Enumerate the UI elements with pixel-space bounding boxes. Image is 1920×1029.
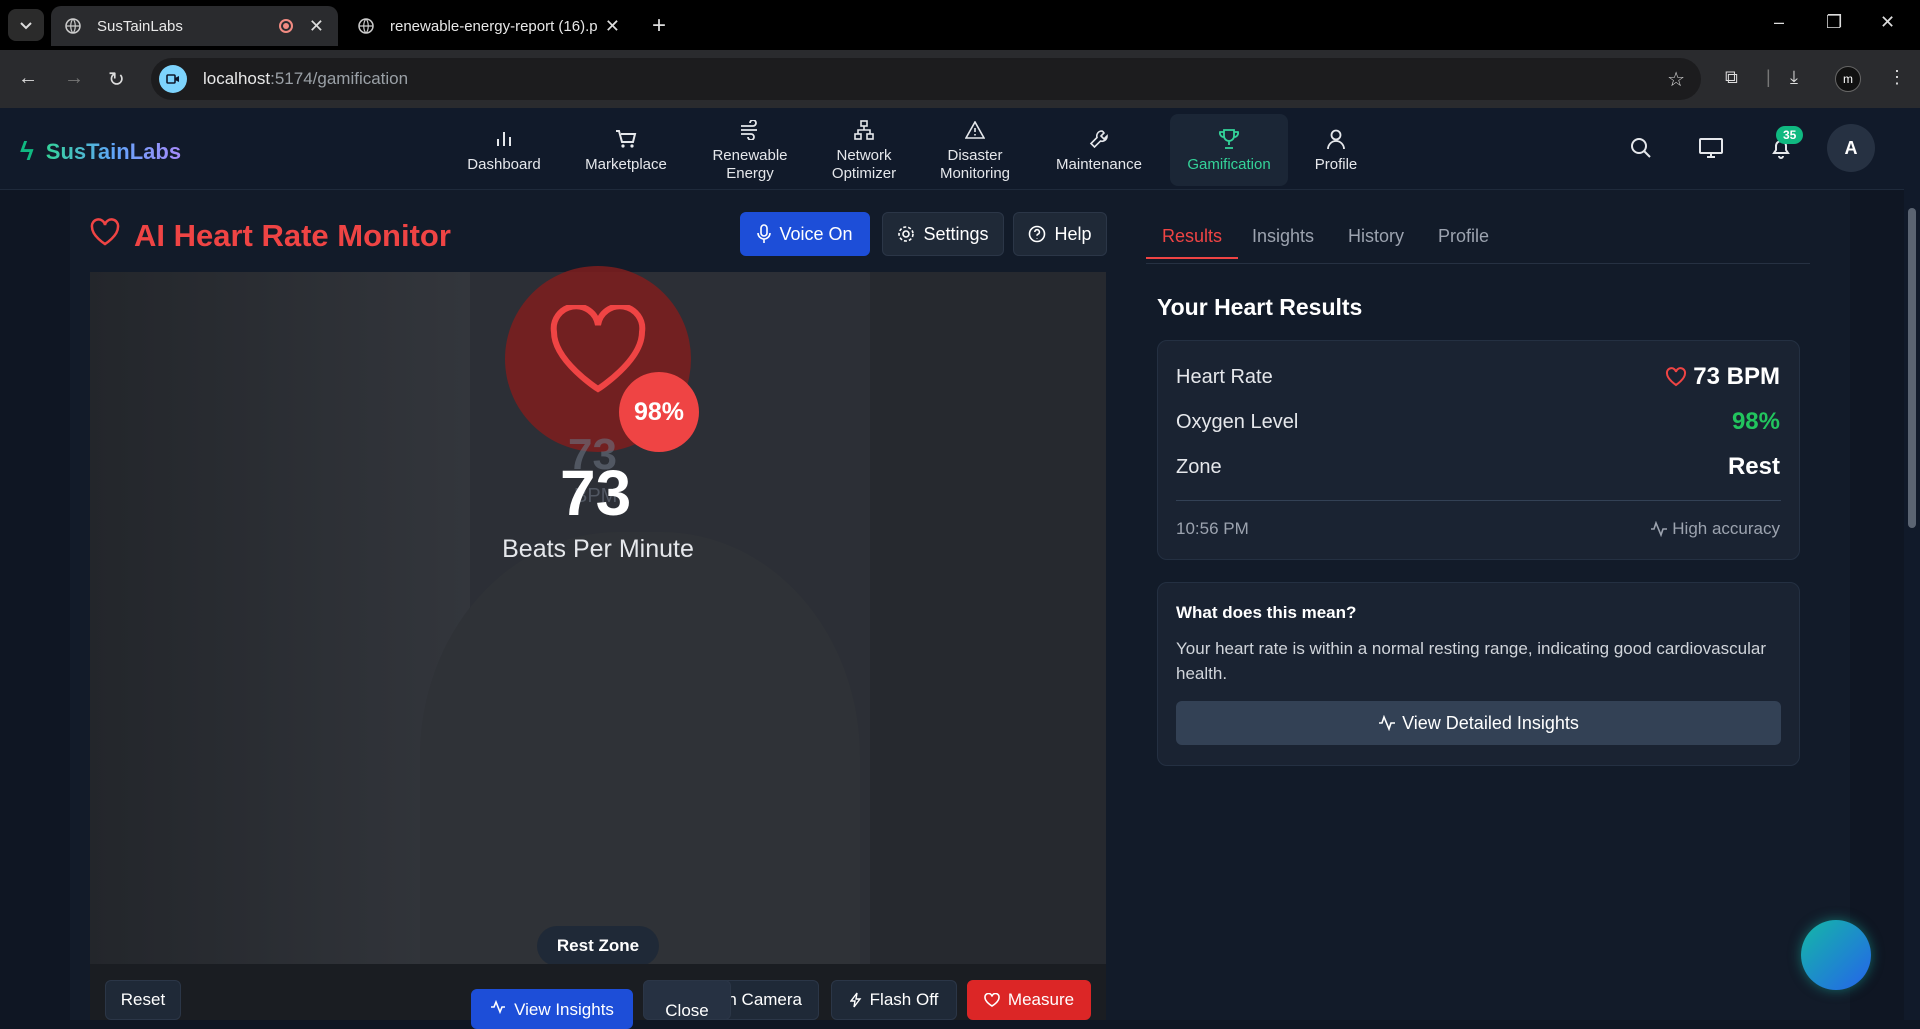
oxygen-label: Oxygen Level	[1176, 411, 1299, 433]
active-tab-underline	[1146, 257, 1238, 259]
heart-icon	[1666, 367, 1687, 387]
oxygen-value: 98%	[1731, 408, 1780, 435]
voice-toggle-button[interactable]: Voice On	[740, 212, 870, 256]
download-icon[interactable]: ⤓	[1790, 67, 1798, 88]
minimize-icon[interactable]: –	[1774, 12, 1784, 33]
bookmark-star-icon[interactable]: ☆	[1667, 67, 1685, 92]
meaning-text: Your heart rate is within a normal resti…	[1176, 639, 1766, 683]
bar-chart-icon	[493, 126, 515, 152]
page-scrollbar[interactable]	[1904, 108, 1920, 1020]
user-icon	[1326, 126, 1346, 152]
extensions-icon[interactable]: ⧉	[1725, 67, 1738, 88]
nav-gamification[interactable]: Gamification	[1170, 114, 1288, 186]
nav-profile[interactable]: Profile	[1300, 114, 1372, 186]
wrench-icon	[1088, 126, 1110, 152]
nav-maintenance[interactable]: Maintenance	[1046, 114, 1152, 186]
view-insights-button[interactable]: View Insights	[471, 989, 633, 1029]
scrollbar-thumb[interactable]	[1908, 208, 1916, 528]
measurement-time: 10:56 PM	[1176, 519, 1249, 538]
nav-network-optimizer[interactable]: Network Optimizer	[816, 114, 912, 186]
tab-results[interactable]: Results	[1162, 226, 1222, 247]
browser-profile-avatar[interactable]: m	[1835, 66, 1861, 92]
notification-badge: 35	[1776, 126, 1804, 144]
activity-icon	[1379, 715, 1396, 731]
measure-button[interactable]: Measure	[967, 980, 1091, 1020]
tab-insights[interactable]: Insights	[1252, 226, 1314, 247]
url-text: localhost:5174/gamification	[203, 69, 409, 88]
close-button[interactable]: Close	[643, 980, 731, 1020]
oxygen-badge: 98%	[619, 372, 699, 452]
microphone-icon	[757, 224, 772, 244]
assistant-fab-button[interactable]	[1801, 920, 1871, 990]
forward-icon[interactable]: →	[64, 67, 84, 90]
trophy-icon	[1217, 126, 1241, 152]
activity-icon	[1651, 521, 1668, 537]
app-navbar: ϟ SusTainLabs Dashboard Marketplace Rene…	[0, 108, 1920, 190]
address-bar[interactable]: localhost:5174/gamification ☆	[151, 58, 1701, 100]
close-tab-icon[interactable]: ✕	[605, 16, 620, 37]
nav-renewable-energy[interactable]: Renewable Energy	[700, 114, 800, 186]
heart-rate-label: Heart Rate	[1176, 366, 1273, 388]
flash-toggle-button[interactable]: Flash Off	[831, 980, 957, 1020]
lightning-icon	[849, 992, 862, 1008]
browser-tab-report[interactable]: renewable-energy-report (16).p ✕	[344, 6, 634, 46]
new-tab-icon[interactable]: +	[652, 12, 666, 40]
monitor-icon[interactable]	[1698, 136, 1724, 165]
results-divider	[1176, 500, 1781, 501]
nav-marketplace[interactable]: Marketplace	[574, 114, 678, 186]
cart-icon	[614, 126, 638, 152]
help-button[interactable]: Help	[1013, 212, 1107, 256]
lightning-icon: ϟ	[20, 136, 34, 166]
tab-search-button[interactable]	[8, 9, 44, 41]
reset-button[interactable]: Reset	[105, 980, 181, 1020]
user-avatar[interactable]: A	[1827, 124, 1875, 172]
app-logo[interactable]: ϟ SusTainLabs	[20, 136, 181, 167]
menu-icon[interactable]: ⋮	[1888, 67, 1906, 88]
heart-icon	[90, 218, 120, 254]
warning-icon	[965, 117, 985, 143]
zone-pill: Rest Zone	[537, 926, 659, 966]
window-close-icon[interactable]: ✕	[1880, 12, 1895, 33]
accuracy-indicator: High accuracy	[1650, 519, 1780, 539]
view-detailed-insights-button[interactable]: View Detailed Insights	[1176, 701, 1781, 745]
zone-value: Rest	[1727, 453, 1780, 480]
nav-dashboard[interactable]: Dashboard	[456, 114, 552, 186]
gear-icon	[897, 225, 915, 243]
globe-icon	[65, 18, 81, 34]
nav-disaster-monitoring[interactable]: Disaster Monitoring	[926, 114, 1024, 186]
tab-history[interactable]: History	[1348, 226, 1404, 247]
page-title: AI Heart Rate Monitor	[90, 218, 451, 254]
search-icon[interactable]	[1629, 136, 1653, 165]
toolbar-divider: |	[1766, 67, 1771, 87]
help-circle-icon	[1028, 225, 1046, 243]
browser-tab-sustainlabs[interactable]: SusTainLabs ✕	[51, 6, 338, 46]
close-tab-icon[interactable]: ✕	[309, 16, 324, 37]
heart-rate-value: 73 BPM	[1665, 363, 1780, 391]
globe-icon	[358, 18, 374, 34]
restore-icon[interactable]: ❐	[1826, 12, 1842, 33]
bpm-label: Beats Per Minute	[502, 535, 694, 563]
recording-icon	[278, 19, 293, 33]
browser-tab-strip: SusTainLabs ✕ renewable-energy-report (1…	[0, 0, 1920, 50]
tab-title: renewable-energy-report (16).p	[390, 17, 598, 35]
reload-icon[interactable]: ↻	[108, 67, 125, 92]
bpm-value: 73	[560, 457, 632, 529]
heart-icon	[984, 993, 1000, 1007]
chevron-down-icon	[20, 22, 32, 30]
tab-title: SusTainLabs	[97, 17, 183, 35]
activity-icon	[490, 1000, 506, 1014]
meaning-heading: What does this mean?	[1176, 603, 1357, 622]
zone-label: Zone	[1176, 456, 1222, 478]
results-tabs: Results Insights History Profile	[1146, 214, 1810, 264]
back-icon[interactable]: ←	[18, 67, 38, 90]
results-heading: Your Heart Results	[1157, 294, 1363, 320]
tab-profile[interactable]: Profile	[1438, 226, 1489, 247]
site-info-icon[interactable]	[159, 65, 187, 93]
network-icon	[854, 117, 874, 143]
settings-button[interactable]: Settings	[882, 212, 1004, 256]
browser-toolbar: ← → ↻ localhost:5174/gamification ☆ ⧉ | …	[0, 50, 1920, 108]
wind-icon	[739, 117, 761, 143]
